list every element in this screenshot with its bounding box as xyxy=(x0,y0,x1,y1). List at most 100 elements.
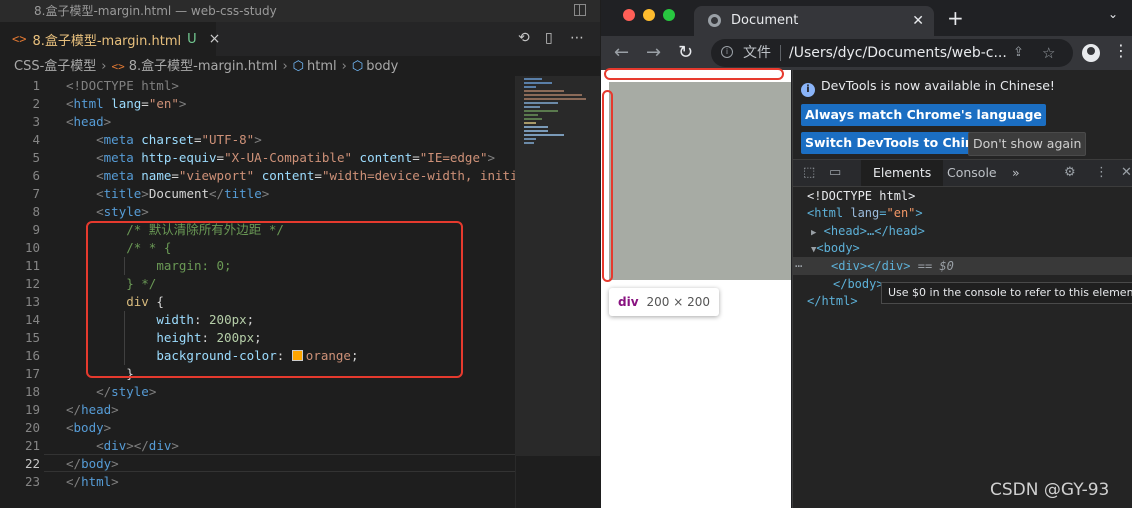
ellipsis-icon[interactable]: ⋯ xyxy=(795,257,802,275)
browser-toolbar: ← → ↻ i 文件 /Users/dyc/Documents/web-c...… xyxy=(601,36,1132,70)
address-bar[interactable]: i 文件 /Users/dyc/Documents/web-c... ⇪ ☆ xyxy=(711,39,1073,67)
dom-node-body[interactable]: ▼<body> xyxy=(793,239,1132,257)
devtools-panel: i DevTools is now available in Chinese! A… xyxy=(792,70,1132,508)
minimap-line xyxy=(524,130,548,132)
annotation-box xyxy=(86,221,463,378)
source-control-icon[interactable]: ⟲ xyxy=(518,30,530,46)
rendered-div[interactable] xyxy=(609,82,791,280)
dont-show-again-button[interactable]: Don't show again xyxy=(968,132,1087,156)
chevron-right-icon: › xyxy=(282,59,288,74)
code-line: 8 <style> xyxy=(32,204,149,219)
browser-tab[interactable]: Document ✕ xyxy=(694,6,934,36)
minimap-line xyxy=(524,86,536,88)
device-toolbar-icon[interactable]: ▭ xyxy=(829,165,841,181)
layout-icon[interactable] xyxy=(574,4,586,16)
reload-icon[interactable]: ↻ xyxy=(678,42,693,64)
tab-console[interactable]: Console xyxy=(947,160,997,186)
chevron-right-icon: › xyxy=(101,59,107,74)
minimap-line xyxy=(524,78,542,80)
code-line: 18 </style> xyxy=(24,384,157,399)
tab-file[interactable]: <> 8.盒子模型-margin.html U × xyxy=(0,22,220,56)
profile-avatar[interactable] xyxy=(1082,44,1100,62)
minimap-line xyxy=(524,126,548,128)
devtools-tab-bar: ⬚ ▭ Elements Console » ⚙ ⋮ ✕ xyxy=(793,159,1132,187)
window-title-text: 8.盒子模型-margin.html — web-css-study xyxy=(34,4,277,18)
minimap-line xyxy=(524,102,558,104)
dom-node-doctype[interactable]: <!DOCTYPE html> xyxy=(793,187,1132,205)
chrome-window: Document ✕ + ⌄ ← → ↻ i 文件 /Users/dyc/Doc… xyxy=(601,0,1132,508)
info-icon: i xyxy=(801,83,815,97)
maximize-window-button[interactable] xyxy=(663,9,675,21)
code-line: 1 <!DOCTYPE html> xyxy=(32,78,179,93)
chevron-down-icon[interactable]: ⌄ xyxy=(1108,7,1118,21)
tooltip-size: 200 × 200 xyxy=(646,295,711,309)
breadcrumb: CSS-盒子模型 › <> 8.盒子模型-margin.html › ⬡ html › ⬡ bod… xyxy=(0,56,600,78)
minimap-line xyxy=(524,138,536,140)
minimap-slider[interactable] xyxy=(516,76,600,456)
code-line: 20 <body> xyxy=(24,420,112,435)
caret-right-icon[interactable]: ▶ xyxy=(811,228,816,238)
breadcrumb-body[interactable]: body xyxy=(366,59,398,74)
back-arrow-icon[interactable]: ← xyxy=(614,42,629,64)
split-editor-icon[interactable]: ▯ xyxy=(545,30,553,46)
chevron-right-icon: › xyxy=(341,59,347,74)
minimap-line xyxy=(524,118,542,120)
new-tab-button[interactable]: + xyxy=(947,6,964,30)
untracked-badge: U xyxy=(187,31,197,47)
code-line: 22 </body> xyxy=(24,456,119,471)
close-window-button[interactable] xyxy=(623,9,635,21)
dom-node-div-selected[interactable]: ⋯ <div></div> == $0 xyxy=(793,257,1132,275)
share-icon[interactable]: ⇪ xyxy=(1013,39,1024,67)
divider xyxy=(780,45,781,61)
close-icon[interactable]: ✕ xyxy=(912,6,924,36)
code-line: 2 <html lang="en"> xyxy=(32,96,187,111)
minimap-line xyxy=(524,94,582,96)
more-vert-icon[interactable]: ⋮ xyxy=(1113,41,1129,60)
minimize-window-button[interactable] xyxy=(643,9,655,21)
element-tooltip: div 200 × 200 xyxy=(609,288,720,316)
banner-text: DevTools is now available in Chinese! xyxy=(821,78,1055,93)
minimap-line xyxy=(524,98,586,100)
more-actions-icon[interactable]: ⋯ xyxy=(570,30,584,46)
window-title: 8.盒子模型-margin.html — web-css-study xyxy=(0,0,600,22)
code-line: 3 <head> xyxy=(32,114,112,129)
code-line: 6 <meta name="viewport" content="width=d… xyxy=(32,168,541,183)
more-vert-icon[interactable]: ⋮ xyxy=(1095,165,1108,181)
breadcrumb-folder[interactable]: CSS-盒子模型 xyxy=(14,59,96,74)
breadcrumb-file[interactable]: 8.盒子模型-margin.html xyxy=(129,59,278,74)
minimap-line xyxy=(524,142,534,144)
star-icon[interactable]: ☆ xyxy=(1042,39,1055,67)
info-icon[interactable]: i xyxy=(721,46,733,58)
minimap-line xyxy=(524,134,564,136)
code-line: 23 </html> xyxy=(24,474,119,489)
element-icon: ⬡ xyxy=(292,59,304,74)
code-line: 5 <meta http-equiv="X-UA-Compatible" con… xyxy=(32,150,496,165)
html-file-icon: <> xyxy=(12,32,27,46)
more-tabs-icon[interactable]: » xyxy=(1012,160,1020,186)
minimap-line xyxy=(524,110,558,112)
always-match-language-button[interactable]: Always match Chrome's language xyxy=(801,104,1046,126)
annotation-box-left-margin xyxy=(602,90,613,282)
dom-node-head[interactable]: ▶ <head>…</head> xyxy=(793,222,1132,240)
forward-arrow-icon[interactable]: → xyxy=(646,42,661,64)
browser-tab-title: Document xyxy=(731,13,799,28)
page-viewport[interactable]: div 200 × 200 xyxy=(601,68,791,508)
dollar-zero-tooltip: Use $0 in the console to refer to this e… xyxy=(881,282,1132,304)
minimap[interactable] xyxy=(515,76,600,508)
minimap-line xyxy=(524,90,564,92)
url-text: /Users/dyc/Documents/web-c... xyxy=(789,45,1007,61)
annotation-box-top-margin xyxy=(604,68,784,80)
code-line: 4 <meta charset="UTF-8"> xyxy=(32,132,262,147)
minimap-line xyxy=(524,114,538,116)
gear-icon[interactable]: ⚙ xyxy=(1064,165,1076,181)
breadcrumb-html[interactable]: html xyxy=(307,59,337,74)
globe-icon xyxy=(708,14,721,27)
tooltip-tag: div xyxy=(618,295,639,309)
tab-label: 8.盒子模型-margin.html xyxy=(32,33,182,49)
inspect-element-icon[interactable]: ⬚ xyxy=(803,165,815,181)
close-icon[interactable]: ✕ xyxy=(1121,165,1132,181)
tab-elements[interactable]: Elements xyxy=(861,160,944,186)
editor-tab-bar: <> 8.盒子模型-margin.html U × ⟲ ▯ ⋯ xyxy=(0,22,600,56)
close-icon[interactable]: × xyxy=(209,31,221,47)
dom-node-html[interactable]: <html lang="en"> xyxy=(793,204,1132,222)
